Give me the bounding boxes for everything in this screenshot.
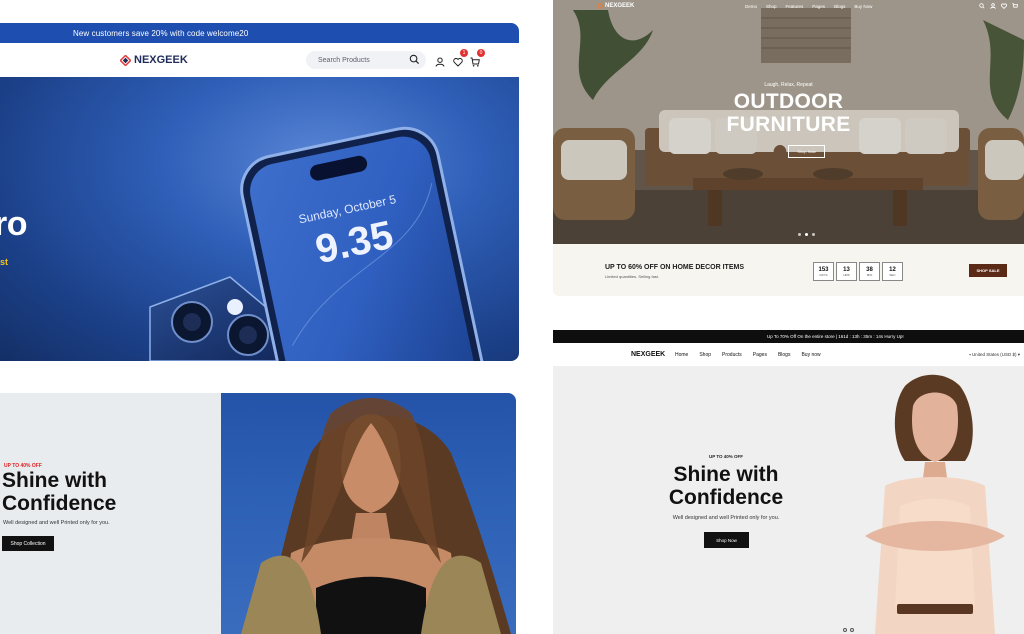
- model-photo: [221, 393, 516, 634]
- theme-showcase: New customers save 20% with code welcome…: [0, 0, 1024, 634]
- store-header: NEXGEEK Search Products 1 0: [0, 43, 519, 77]
- fashion-store-preview-b: Up To 70% Off On the entire store | 161d…: [553, 330, 1024, 634]
- logo-mark-icon: [120, 54, 131, 66]
- search-placeholder: Search Products: [318, 56, 370, 64]
- header-icons: [979, 3, 1018, 9]
- countdown-unit: HRS: [843, 272, 850, 277]
- logo-text: NEXGEEK: [605, 3, 635, 9]
- nav-products[interactable]: Products: [722, 352, 742, 358]
- hero-tagline: Laugh, Relax, Repeat: [764, 82, 813, 88]
- chevron-down-icon: ▾: [1017, 352, 1020, 357]
- countdown-seconds: 12 SEC: [882, 262, 903, 281]
- hero-title: OUTDOOR FURNITURE: [553, 90, 1024, 136]
- nav-buy-now[interactable]: Buy now: [801, 352, 820, 358]
- wishlist-icon[interactable]: [1001, 3, 1007, 9]
- hero-title-line1: OUTDOOR: [733, 90, 844, 113]
- nav-features[interactable]: Features: [786, 4, 804, 9]
- model-illustration: [241, 398, 511, 634]
- slider-dot[interactable]: [843, 628, 847, 632]
- hero-title: ro: [0, 205, 28, 243]
- main-nav: Demo Shop Features Pages Blogs Buy Now: [745, 4, 872, 9]
- store-header: NEXGEEK Home Shop Products Pages Blogs B…: [553, 343, 1024, 366]
- wishlist-count-badge: 1: [460, 49, 468, 57]
- slider-dot[interactable]: [798, 233, 801, 236]
- slider-pager: [843, 628, 854, 632]
- hero-subtitle: Well designed and well Printed only for …: [3, 520, 110, 526]
- logo-text: NEXGEEK: [134, 54, 188, 66]
- countdown-unit: SEC: [889, 272, 896, 277]
- promo-text: New customers save 20% with code welcome…: [73, 28, 249, 38]
- countdown-hours: 13 HRS: [836, 262, 857, 281]
- nav-blogs[interactable]: Blogs: [834, 4, 845, 9]
- main-nav: Home Shop Products Pages Blogs Buy now: [675, 352, 821, 358]
- shop-collection-button[interactable]: Shop Collection: [2, 536, 54, 551]
- search-icon[interactable]: [979, 3, 985, 9]
- countdown-days: 153 DAYS: [813, 262, 834, 281]
- currency-label: United States (USD $): [971, 352, 1017, 357]
- account-icon[interactable]: [435, 54, 445, 72]
- hero-title-line2: FURNITURE: [726, 113, 851, 136]
- model-illustration: [865, 374, 1005, 634]
- fashion-store-preview-a: UP TO 40% OFF Shine with Confidence Well…: [0, 393, 516, 634]
- nav-home[interactable]: Home: [675, 352, 688, 358]
- furniture-store-preview: NEXGEEK Demo Shop Features Pages Blogs B…: [553, 0, 1024, 296]
- announcement-bar: Up To 70% Off On the entire store | 161d…: [553, 330, 1024, 343]
- sale-title: UP TO 60% OFF ON HOME DECOR ITEMS: [605, 264, 744, 271]
- sale-subtitle: Limited quantities. Selling fast.: [605, 274, 660, 279]
- countdown-unit: DAYS: [819, 272, 828, 277]
- store-logo[interactable]: NEXGEEK: [631, 351, 665, 358]
- nav-shop[interactable]: Shop: [766, 4, 777, 9]
- search-input[interactable]: Search Products: [306, 51, 426, 69]
- hero-title: Shine with Confidence: [2, 469, 116, 515]
- nav-shop[interactable]: Shop: [699, 352, 711, 358]
- currency-selector[interactable]: ▪ United States (USD $) ▾: [969, 352, 1020, 358]
- cart-icon[interactable]: 0: [470, 49, 485, 72]
- announcement-text: Up To 70% Off On the entire store | 161d…: [767, 334, 904, 339]
- flag-icon: ▪: [969, 352, 971, 357]
- nav-pages[interactable]: Pages: [753, 352, 767, 358]
- hero-title-line1: Shine with: [2, 469, 107, 492]
- slider-dots: [798, 233, 815, 236]
- countdown-minutes: 38 MIN: [859, 262, 880, 281]
- shop-now-button[interactable]: Shop Now: [704, 532, 749, 548]
- hero-banner[interactable]: NEXGEEK Demo Shop Features Pages Blogs B…: [553, 0, 1024, 244]
- model-photo: [845, 366, 1024, 634]
- electronics-store-preview: New customers save 20% with code welcome…: [0, 23, 519, 361]
- hero-banner[interactable]: Sunday, October 5 9.35 ro st: [0, 77, 519, 361]
- store-logo[interactable]: NEXGEEK: [120, 54, 188, 66]
- hero-accent-text: st: [0, 257, 9, 267]
- slider-dot[interactable]: [850, 628, 854, 632]
- slider-dot[interactable]: [812, 233, 815, 236]
- account-icon[interactable]: [990, 3, 996, 9]
- smartphone-illustration: Sunday, October 5 9.35: [149, 126, 487, 361]
- search-icon[interactable]: [409, 54, 420, 65]
- promo-bar: New customers save 20% with code welcome…: [0, 23, 519, 43]
- hero-title-line2: Confidence: [2, 492, 117, 515]
- nav-demo[interactable]: Demo: [745, 4, 757, 9]
- nav-buy-now[interactable]: Buy Now: [854, 4, 872, 9]
- nav-blogs[interactable]: Blogs: [778, 352, 791, 358]
- nav-pages[interactable]: Pages: [812, 4, 825, 9]
- cart-icon[interactable]: [1012, 3, 1018, 9]
- store-logo[interactable]: NEXGEEK: [597, 3, 634, 9]
- cart-count-badge: 0: [477, 49, 485, 57]
- countdown-unit: MIN: [866, 272, 873, 277]
- shop-sale-button[interactable]: SHOP SALE: [969, 264, 1007, 277]
- shop-now-button[interactable]: Shop Now: [788, 145, 825, 158]
- logo-mark-icon: [597, 3, 603, 9]
- wishlist-icon[interactable]: 1: [453, 49, 468, 72]
- slider-dot[interactable]: [805, 233, 808, 236]
